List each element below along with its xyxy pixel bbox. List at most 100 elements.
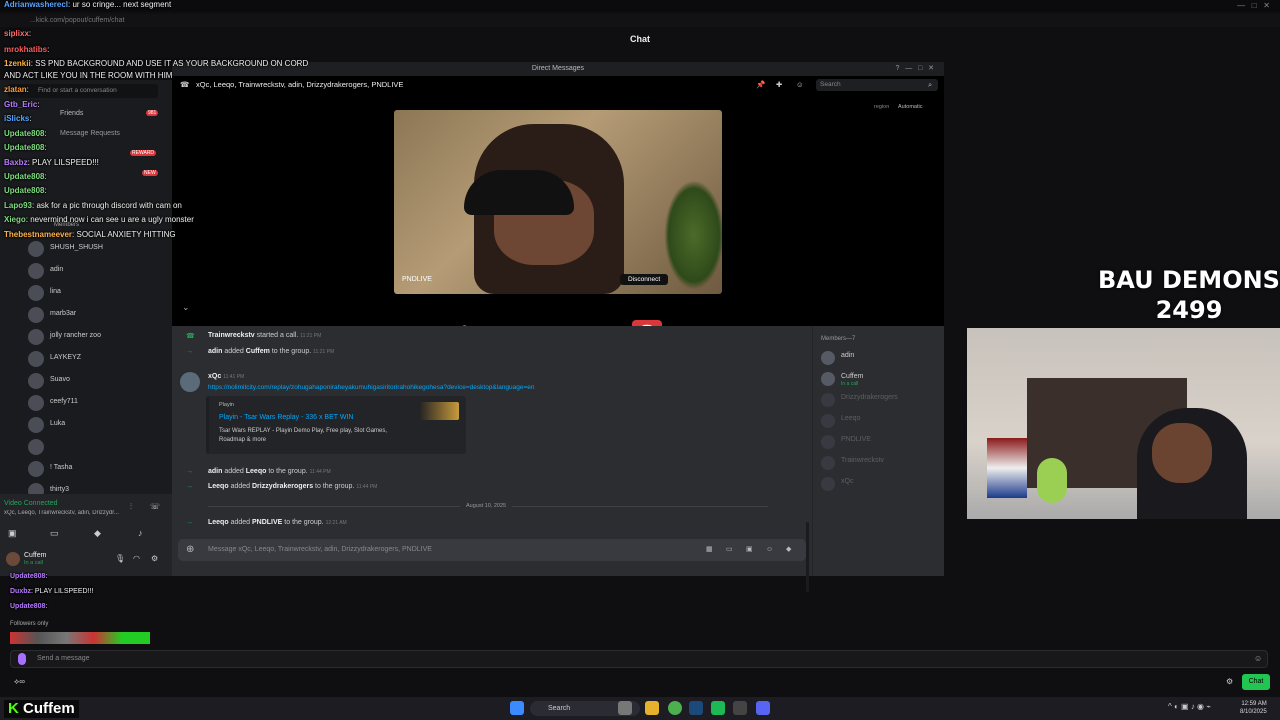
chat-username[interactable]: Baxbz <box>4 158 28 167</box>
join-arrow-icon-3: → <box>186 483 193 490</box>
chat-username[interactable]: Thebestnameever <box>4 230 72 239</box>
dm-list-item[interactable]: jolly rancher zoo <box>28 328 168 346</box>
app-icon-3[interactable] <box>733 701 747 715</box>
chat-input[interactable]: Send a message <box>10 650 1268 668</box>
member-item[interactable]: Leeqo <box>821 413 941 431</box>
apps-icon[interactable]: ◆ <box>786 539 791 561</box>
headset-icon[interactable]: ◠ <box>133 554 140 563</box>
url-bar[interactable]: ...kick.com/popout/cuffem/chat <box>0 14 1280 27</box>
link-embed[interactable]: Playin Playin - Tsar Wars Replay - 336 x… <box>206 396 466 454</box>
disconnect-voice-icon[interactable]: ☏ <box>150 502 160 511</box>
pin-icon[interactable]: 📌 <box>756 76 765 94</box>
chat-send-button[interactable]: Chat <box>1242 674 1270 690</box>
emoji-icon[interactable]: ☺ <box>766 539 773 561</box>
discord-window-controls[interactable]: ? — □ ✕ <box>896 64 935 72</box>
add-friends-icon[interactable]: ✚ <box>776 76 782 94</box>
member-item[interactable]: adin <box>821 350 941 368</box>
dm-list-item[interactable]: ! Tasha <box>28 460 168 478</box>
dm-list-item[interactable]: adin <box>28 262 168 280</box>
message-scrollbar[interactable] <box>806 522 809 592</box>
chat-username[interactable]: Gtb_Eric <box>4 100 37 109</box>
member-item[interactable]: Drizzydrakerogers <box>821 392 941 410</box>
friends-nav[interactable]: Friends <box>60 110 83 117</box>
activity-icon[interactable]: ◆ <box>94 528 101 539</box>
dm-avatar <box>28 241 44 257</box>
mic-pill-icon[interactable] <box>18 653 26 665</box>
voice-signal-icon[interactable]: ⫶ <box>130 502 132 512</box>
dm-list-item[interactable] <box>28 438 168 456</box>
chat-tools-icon[interactable]: ⟡∞ <box>14 677 25 687</box>
chat-username[interactable]: iSlicks <box>4 114 29 123</box>
chat-username[interactable]: Lapo93 <box>4 201 32 210</box>
message-requests-nav[interactable]: Message Requests <box>60 130 120 137</box>
discord-taskbar-icon[interactable] <box>756 701 770 715</box>
video-tile[interactable]: PNDLIVE Disconnect <box>394 110 722 294</box>
camera-off-icon[interactable]: ▣ <box>8 528 17 539</box>
emote-picker-icon[interactable]: ☺ <box>1254 654 1262 663</box>
chat-username[interactable]: 1zenkii <box>4 59 31 68</box>
member-name: Cuffem <box>841 373 864 380</box>
user-avatar[interactable] <box>6 552 20 566</box>
steam-icon[interactable] <box>689 701 703 715</box>
chat-message: Update808: <box>10 603 47 610</box>
dm-list-item[interactable]: LAYKEYZ <box>28 350 168 368</box>
members-panel: Members—7 adin Cuffem In a call Drizzydrake… <box>812 326 944 576</box>
region-select[interactable]: Automatic <box>898 104 922 110</box>
chat-text: SS PND BACKGROUND AND USE IT AS YOUR BAC… <box>4 59 309 80</box>
window-controls[interactable]: — □ ✕ <box>1237 1 1270 10</box>
soundboard-icon[interactable]: ♪ <box>138 528 143 538</box>
settings-gear-icon[interactable]: ⚙ <box>151 554 158 563</box>
chat-username[interactable]: siplixx <box>4 29 29 38</box>
dm-list-item[interactable]: ceefy711 <box>28 394 168 412</box>
screen-share-icon[interactable]: ▭ <box>50 528 59 539</box>
embed-thumbnail[interactable] <box>419 402 459 420</box>
app-icon-1[interactable] <box>618 701 632 715</box>
chat-username[interactable]: mrokhatibs <box>4 45 47 54</box>
app-icon-2[interactable] <box>711 701 725 715</box>
gif-icon[interactable]: ▭ <box>726 539 733 561</box>
taskbar-clock[interactable]: 12:59 AM 8/10/2025 <box>1240 700 1267 716</box>
xqc-message-header: xQc 11:41 PM <box>208 373 245 380</box>
explorer-icon[interactable] <box>645 701 659 715</box>
chat-username[interactable]: Update808 <box>4 186 44 195</box>
sticker-icon[interactable]: ▣ <box>746 539 753 561</box>
dm-list-item[interactable]: lina <box>28 284 168 302</box>
dm-name: jolly rancher zoo <box>50 332 101 339</box>
chrome-icon[interactable] <box>668 701 682 715</box>
find-conversation-input[interactable]: Find or start a conversation <box>8 84 158 98</box>
chat-username[interactable]: Update808 <box>4 143 44 152</box>
collapse-chevron-icon[interactable]: ⌄ <box>182 302 190 313</box>
chat-username[interactable]: zlatan <box>4 85 27 94</box>
chat-sep: : <box>37 100 40 109</box>
start-icon[interactable] <box>510 701 524 715</box>
members-icon[interactable]: ☺ <box>796 76 804 94</box>
message-input[interactable]: Message xQc, Leeqo, Trainwreckstv, adin,… <box>178 539 806 561</box>
tray-icons[interactable]: ^ ◐ ▣ ♪ ◉ ⌁ <box>1168 702 1211 711</box>
dm-list-item[interactable]: marb3ar <box>28 306 168 324</box>
emote-bar[interactable] <box>10 632 150 644</box>
dm-list-item[interactable]: SHUSH_SHUSH <box>28 240 168 258</box>
mic-icon[interactable]: 🎙 <box>115 554 125 563</box>
member-item[interactable]: Trainwreckstv <box>821 455 941 473</box>
member-item[interactable]: PNDLIVE <box>821 434 941 452</box>
chat-username[interactable]: Update808 <box>4 172 44 181</box>
member-item[interactable]: Cuffem In a call <box>821 371 941 389</box>
xqc-avatar[interactable] <box>180 372 200 392</box>
chat-username[interactable]: Xiego <box>4 215 26 224</box>
chat-username[interactable]: Adrianwasherecl <box>4 0 68 9</box>
chat-username[interactable]: Update808 <box>10 573 45 580</box>
chat-username[interactable]: Update808 <box>10 603 45 610</box>
dm-list-item[interactable]: Suavo <box>28 372 168 390</box>
chat-text: ask for a pic through discord with cam o… <box>36 201 182 210</box>
followers-only-label: Followers only <box>10 621 49 627</box>
chat-settings-icon[interactable]: ⚙ <box>1226 677 1233 686</box>
dm-list-item[interactable]: Luka <box>28 416 168 434</box>
discord-search-input[interactable]: Search <box>816 79 938 91</box>
embed-title[interactable]: Playin - Tsar Wars Replay - 336 x BET WI… <box>219 414 353 421</box>
chat-username[interactable]: Update808 <box>4 129 44 138</box>
chat-username[interactable]: Duxbz <box>10 588 31 595</box>
xqc-link[interactable]: https://nolimitcity.com/replay/zohugahap… <box>208 384 535 391</box>
member-item[interactable]: xQc <box>821 476 941 494</box>
gift-icon[interactable]: ▦ <box>706 539 713 561</box>
attach-plus-icon[interactable]: ⊕ <box>186 539 194 561</box>
